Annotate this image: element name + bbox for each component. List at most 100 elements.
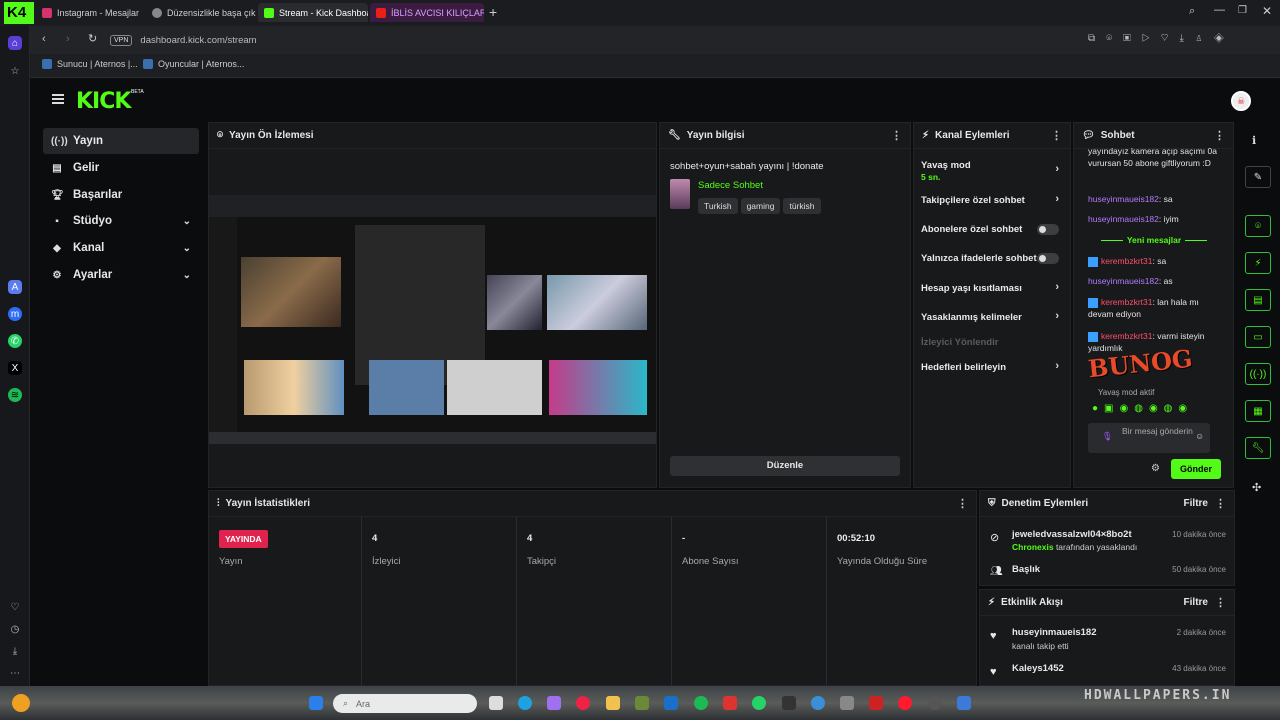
beta-label: BETA	[131, 89, 144, 95]
new-messages-divider: Yeni mesajlar	[1084, 235, 1224, 245]
nav-studyo[interactable]: ▪ Stüdyo ⌄	[43, 208, 199, 234]
outlook-icon[interactable]	[664, 696, 678, 710]
account-age-row[interactable]: Hesap yaşı kısıtlaması ›	[921, 281, 1067, 294]
hamburger-menu-icon[interactable]	[52, 94, 64, 104]
chat-settings-icon[interactable]: ⚙	[1151, 463, 1160, 474]
nav-ayarlar[interactable]: ⚙ Ayarlar ⌄	[43, 262, 199, 288]
more-options-icon[interactable]: ⋮	[1214, 129, 1225, 142]
chevron-right-icon: ›	[1055, 281, 1059, 293]
filter-button[interactable]: Filtre	[1184, 597, 1208, 608]
close-window-button[interactable]: ✕	[1262, 4, 1272, 18]
nav-yayin[interactable]: ((·)) Yayın	[43, 128, 199, 154]
forward-button[interactable]: ›	[66, 33, 70, 45]
app-icon[interactable]	[782, 696, 796, 710]
url-field[interactable]: VPN dashboard.kick.com/stream	[110, 31, 1110, 50]
files-icon[interactable]	[606, 696, 620, 710]
chat-input[interactable]: 🎙︎ Bir mesaj gönderin ☺	[1088, 423, 1210, 453]
send-button[interactable]: Gönder	[1171, 459, 1221, 479]
home-icon[interactable]: ⌂	[8, 36, 22, 50]
more-options-icon[interactable]: ⋮	[957, 497, 968, 510]
nav-gelir[interactable]: ▤ Gelir	[43, 155, 199, 181]
emoji-icon[interactable]: ☺	[1195, 431, 1204, 441]
stat-yayin: YAYINDA Yayın	[209, 517, 362, 687]
preview-thumb-car	[487, 275, 542, 330]
edge-icon[interactable]	[518, 696, 532, 710]
app-icon[interactable]	[811, 696, 825, 710]
chevron-right-icon: ›	[1055, 360, 1059, 372]
mic-icon[interactable]: 🎙︎	[1102, 431, 1113, 441]
back-button[interactable]: ‹	[42, 33, 46, 45]
tab-kick-dashboard[interactable]: Stream - Kick Dashboard	[258, 3, 368, 22]
notification-icon[interactable]	[12, 694, 30, 712]
stream-preview-video[interactable]	[209, 195, 656, 444]
emotes-only-toggle[interactable]	[1037, 253, 1059, 264]
maximize-button[interactable]: ❐	[1238, 5, 1247, 16]
wrench-toggle-icon[interactable]: 🔧︎	[1245, 437, 1271, 459]
followers-only-row[interactable]: Takipçilere özel sohbet ›	[921, 193, 1067, 206]
x-icon[interactable]: X	[8, 361, 22, 375]
chrome-icon[interactable]	[576, 696, 590, 710]
app-icon[interactable]	[869, 696, 883, 710]
whatsapp-icon[interactable]	[752, 696, 766, 710]
subscribers-only-toggle[interactable]	[1037, 224, 1059, 235]
taskbar-search[interactable]: ⌕ Ara	[333, 694, 477, 713]
vpn-badge[interactable]: VPN	[110, 35, 133, 46]
reload-button[interactable]: ↻	[88, 32, 97, 45]
tab-duzensizlik[interactable]: Düzensizlikle başa çıkma	[146, 3, 256, 22]
info-icon[interactable]: ℹ	[1252, 134, 1256, 147]
copilot-icon[interactable]	[547, 696, 561, 710]
slow-mode-row[interactable]: Yavaş mod 5 sn. ›	[921, 160, 1067, 182]
app-icon[interactable]	[928, 696, 942, 710]
minimize-button[interactable]: —	[1214, 4, 1225, 16]
minecraft-icon[interactable]	[635, 696, 649, 710]
kick-logo[interactable]: KICK	[76, 89, 131, 114]
toolbar-icons[interactable]: ⧉⌾▣▷♡⤓♙◈	[1088, 33, 1235, 44]
history-icon[interactable]: ◷	[8, 622, 22, 636]
tab-youtube[interactable]: İBLİS AVCISI KILIÇLAR×	[370, 3, 484, 22]
emote-bar[interactable]: ●▣◉◍◉◍◉	[1092, 403, 1193, 414]
avatar[interactable]: ☠	[1231, 91, 1251, 111]
preview-toggle-icon[interactable]: ⌾	[1245, 215, 1271, 237]
download-icon[interactable]: ⤓	[8, 644, 22, 658]
more-options-icon[interactable]: ⋮	[891, 129, 902, 142]
new-tab-button[interactable]: +	[489, 4, 497, 20]
more-options-icon[interactable]: ⋮	[1215, 497, 1226, 510]
heart-icon[interactable]: ♡	[8, 600, 22, 614]
filter-button[interactable]: Filtre	[1184, 498, 1208, 509]
chat-toggle-icon[interactable]: ▭	[1245, 326, 1271, 348]
bookmark-oyuncular[interactable]: Oyuncular | Aternos...	[143, 59, 244, 69]
more-icon[interactable]: ⋯	[8, 666, 22, 680]
opera-icon[interactable]	[898, 696, 912, 710]
tab-instagram[interactable]: Instagram - Mesajlar	[36, 3, 144, 22]
category-name[interactable]: Sadece Sohbet	[698, 180, 763, 191]
more-options-icon[interactable]: ⋮	[1051, 129, 1062, 142]
spotify-icon[interactable]: ≋	[8, 388, 22, 402]
moderation-toggle-icon[interactable]: ▦	[1245, 400, 1271, 422]
nav-basarilar[interactable]: 🏆︎ Başarılar	[43, 182, 199, 208]
nav-kanal[interactable]: ◆ Kanal ⌄	[43, 235, 199, 261]
notes-toggle-icon[interactable]: ▤	[1245, 289, 1271, 311]
pencil-icon[interactable]: ✎	[1245, 166, 1271, 188]
app-icon[interactable]	[840, 696, 854, 710]
broadcast-toggle-icon[interactable]: ((·))	[1245, 363, 1271, 385]
stream-title: sohbet+oyun+sabah yayını | !donate	[670, 161, 824, 172]
app-icon[interactable]	[957, 696, 971, 710]
more-options-icon[interactable]: ⋮	[1215, 596, 1226, 609]
search-tabs-icon[interactable]: ⌕	[1189, 5, 1195, 18]
layout-icon[interactable]: ✣	[1252, 481, 1261, 494]
spotify-icon[interactable]	[694, 696, 708, 710]
aria-icon[interactable]: A	[8, 280, 22, 294]
messenger-icon[interactable]: m	[8, 307, 22, 321]
badge-icon	[1088, 256, 1098, 267]
preview-panel: ⌾ Yayın Ön İzlemesi	[208, 122, 657, 488]
flash-toggle-icon[interactable]: ⚡︎	[1245, 252, 1271, 274]
app-icon[interactable]	[723, 696, 737, 710]
edit-button[interactable]: Düzenle	[670, 456, 900, 476]
start-icon[interactable]	[309, 696, 323, 710]
bookmark-sunucu[interactable]: Sunucu | Aternos |...	[42, 59, 138, 69]
star-icon[interactable]: ☆	[8, 64, 22, 78]
banned-words-row[interactable]: Yasaklanmış kelimeler ›	[921, 310, 1067, 323]
whatsapp-icon[interactable]: ✆	[8, 334, 22, 348]
goals-row[interactable]: Hedefleri belirleyin ›	[921, 360, 1067, 373]
taskview-icon[interactable]	[489, 696, 503, 710]
